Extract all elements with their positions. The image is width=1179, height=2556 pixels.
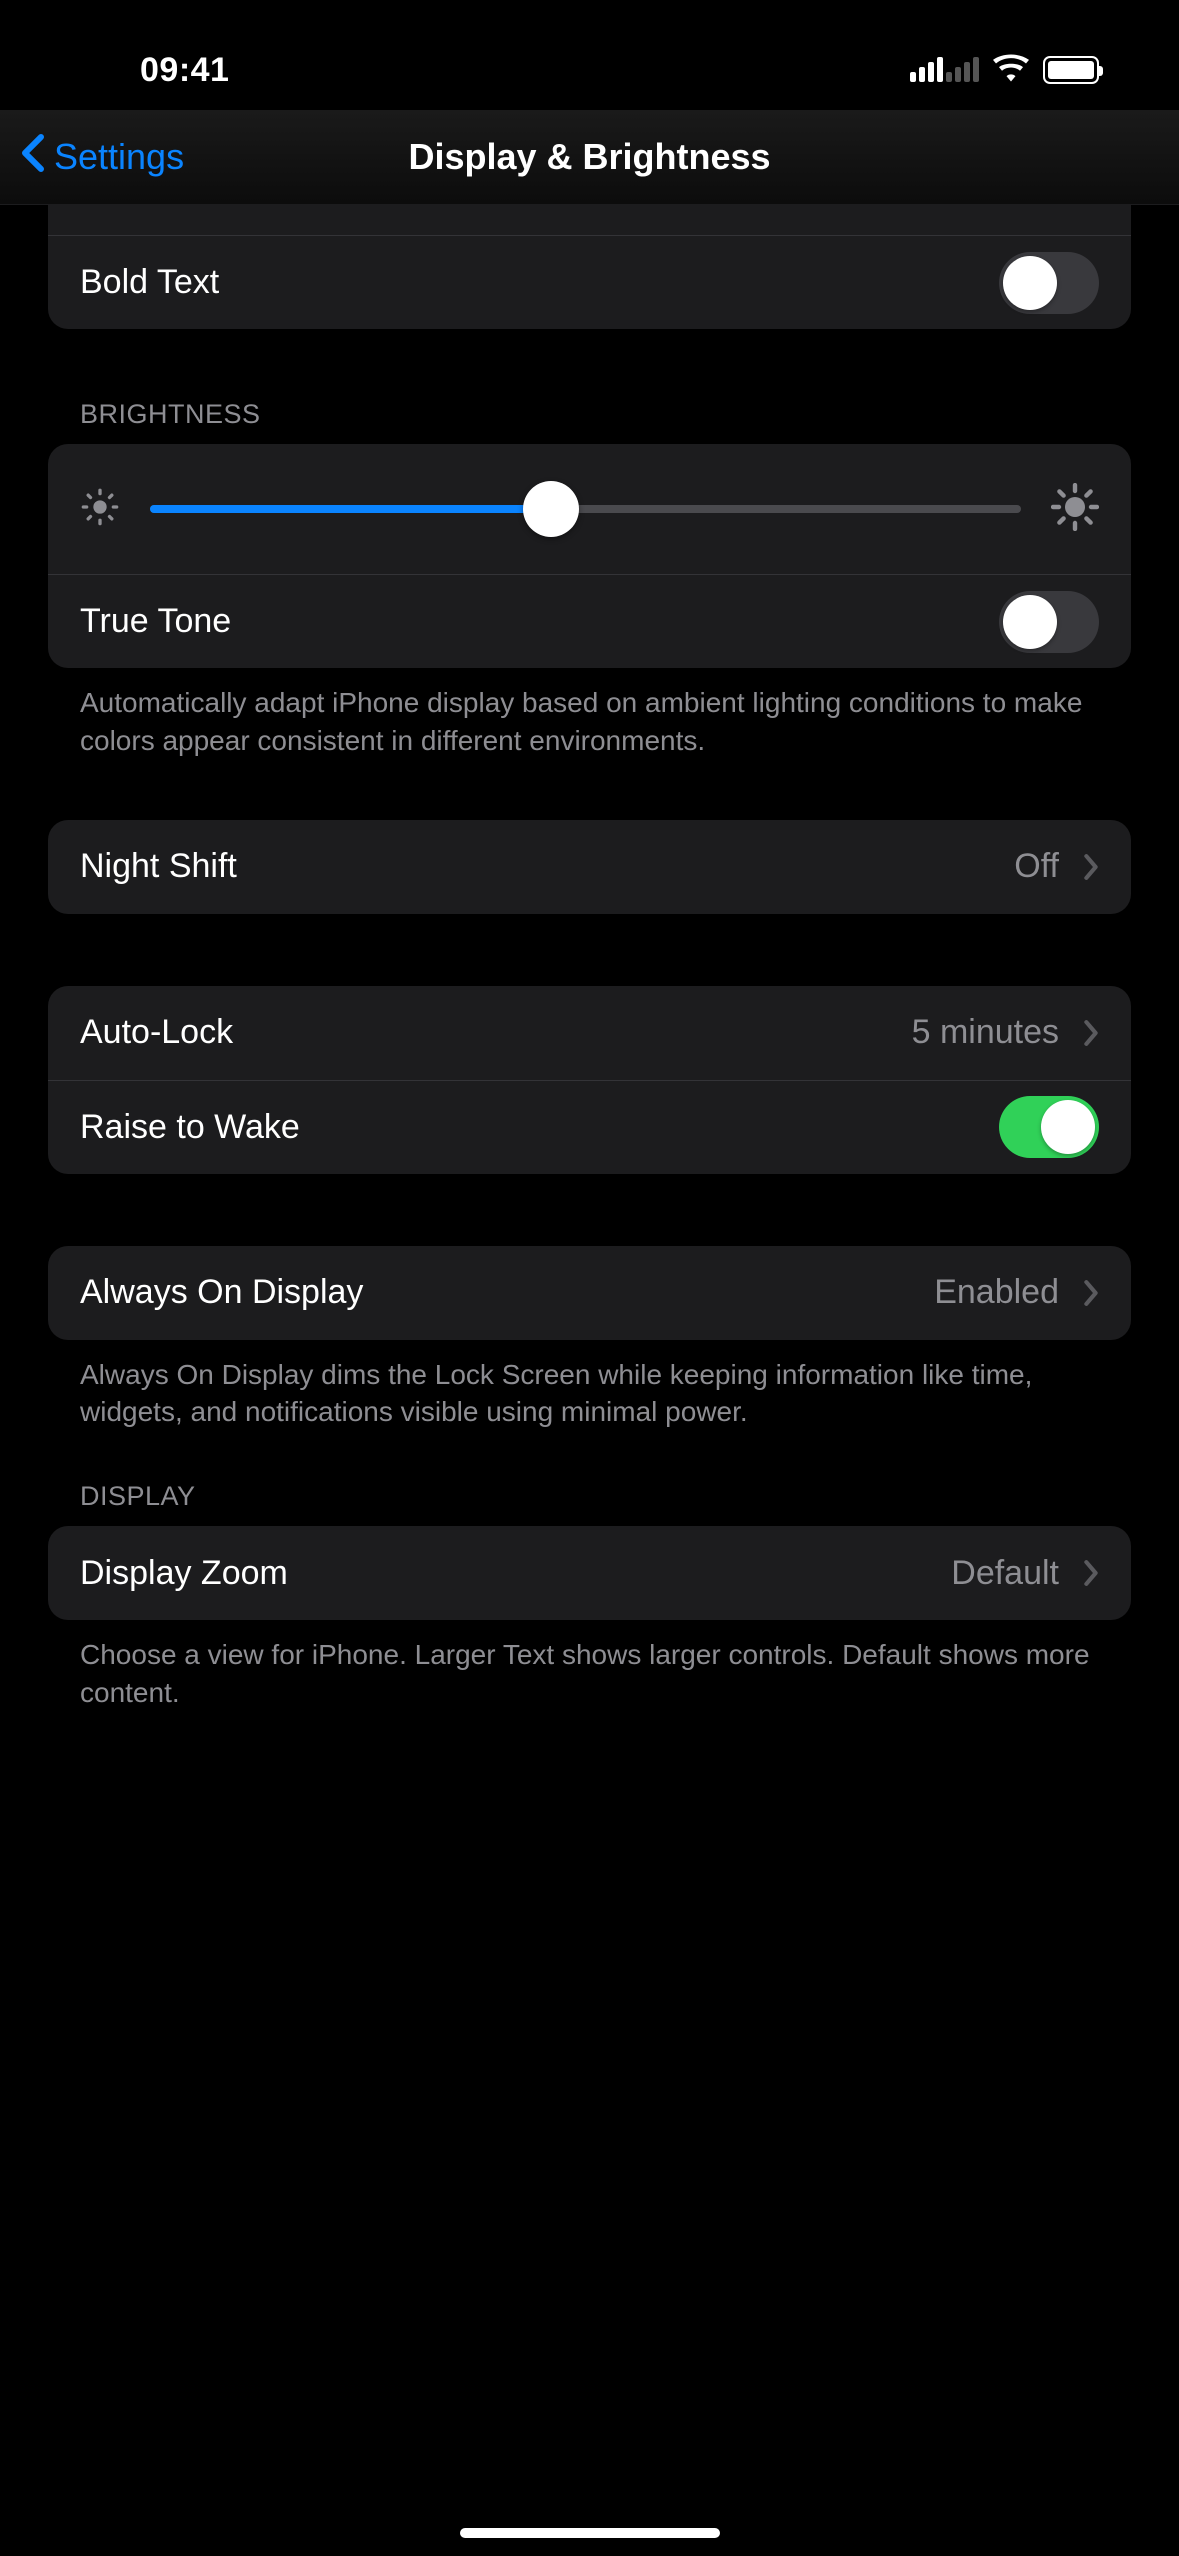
status-bar: 09:41 — [0, 0, 1179, 110]
page-title: Display & Brightness — [408, 136, 770, 178]
text-group: Bold Text — [48, 205, 1131, 329]
footer-always-on: Always On Display dims the Lock Screen w… — [48, 1340, 1131, 1432]
sun-high-icon — [1051, 483, 1099, 536]
toggle-true-tone[interactable] — [999, 591, 1099, 653]
night-shift-group: Night Shift Off — [48, 820, 1131, 914]
row-label: Bold Text — [80, 263, 999, 302]
back-label: Settings — [54, 136, 184, 178]
row-night-shift[interactable]: Night Shift Off — [48, 820, 1131, 914]
home-indicator[interactable] — [460, 2528, 720, 2538]
row-value: Off — [1014, 847, 1059, 886]
lock-group: Auto-Lock 5 minutes Raise to Wake — [48, 986, 1131, 1174]
wifi-icon — [993, 54, 1029, 87]
row-value: Enabled — [934, 1273, 1059, 1312]
chevron-right-icon — [1083, 1279, 1099, 1307]
always-on-group: Always On Display Enabled — [48, 1246, 1131, 1340]
sun-low-icon — [80, 487, 120, 532]
chevron-right-icon — [1083, 1019, 1099, 1047]
toggle-bold-text[interactable] — [999, 252, 1099, 314]
cellular-icon — [910, 58, 979, 82]
row-label: Display Zoom — [80, 1554, 951, 1593]
brightness-slider[interactable] — [150, 505, 1021, 513]
row-raise-to-wake[interactable]: Raise to Wake — [48, 1080, 1131, 1174]
row-value: 5 minutes — [912, 1013, 1059, 1052]
row-display-zoom[interactable]: Display Zoom Default — [48, 1526, 1131, 1620]
row-bold-text[interactable]: Bold Text — [48, 235, 1131, 329]
toggle-raise-to-wake[interactable] — [999, 1096, 1099, 1158]
footer-display-zoom: Choose a view for iPhone. Larger Text sh… — [48, 1620, 1131, 1712]
nav-bar: Settings Display & Brightness — [0, 110, 1179, 205]
display-group: Display Zoom Default — [48, 1526, 1131, 1620]
status-time: 09:41 — [140, 51, 229, 90]
status-icons — [910, 54, 1099, 87]
row-auto-lock[interactable]: Auto-Lock 5 minutes — [48, 986, 1131, 1080]
row-value: Default — [951, 1554, 1059, 1593]
chevron-right-icon — [1083, 853, 1099, 881]
header-brightness: BRIGHTNESS — [48, 399, 1131, 430]
chevron-left-icon — [20, 133, 46, 182]
footer-true-tone: Automatically adapt iPhone display based… — [48, 668, 1131, 760]
row-brightness-slider[interactable] — [48, 444, 1131, 574]
battery-icon — [1043, 56, 1099, 84]
brightness-group: True Tone — [48, 444, 1131, 668]
header-display: DISPLAY — [48, 1481, 1131, 1512]
row-label: Raise to Wake — [80, 1108, 999, 1147]
row-label: Always On Display — [80, 1273, 934, 1312]
back-button[interactable]: Settings — [20, 133, 184, 182]
row-label: True Tone — [80, 602, 999, 641]
row-always-on[interactable]: Always On Display Enabled — [48, 1246, 1131, 1340]
chevron-right-icon — [1083, 1559, 1099, 1587]
row-true-tone[interactable]: True Tone — [48, 574, 1131, 668]
row-label: Auto-Lock — [80, 1013, 912, 1052]
row-label: Night Shift — [80, 847, 1014, 886]
